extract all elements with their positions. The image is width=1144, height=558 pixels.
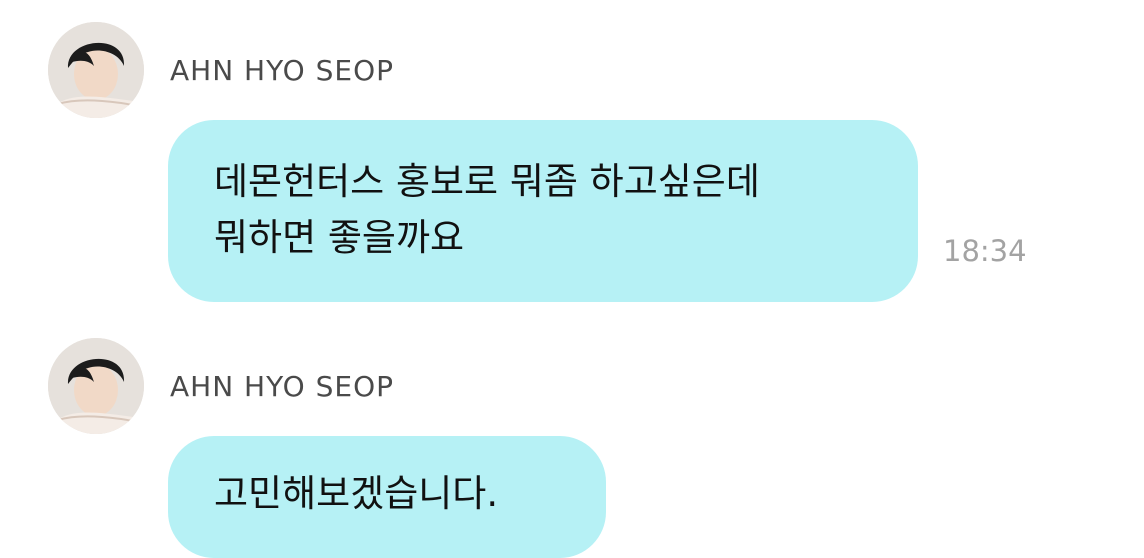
sender-name: AHN HYO SEOP	[170, 370, 395, 403]
message-bubble[interactable]: 고민해보겠습니다.	[168, 436, 606, 558]
profile-photo-icon	[48, 338, 144, 434]
message-text-line: 고민해보겠습니다.	[214, 472, 499, 515]
message-group-2: AHN HYO SEOP 고민해보겠습니다.	[0, 0, 1144, 558]
avatar[interactable]	[48, 338, 144, 434]
